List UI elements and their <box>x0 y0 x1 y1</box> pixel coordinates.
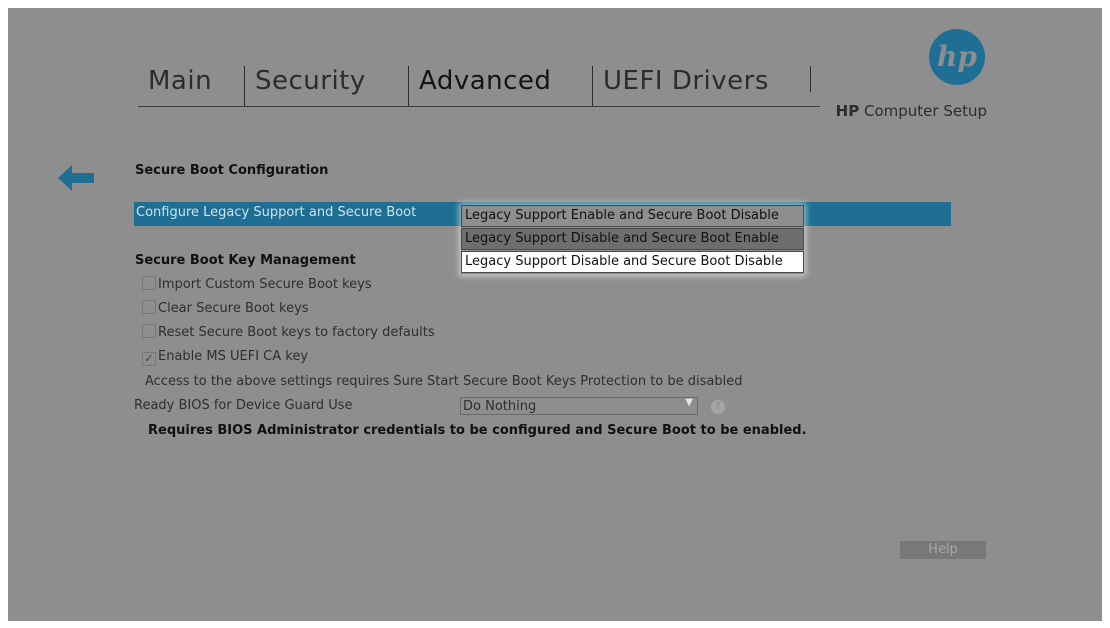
admin-credentials-note: Requires BIOS Administrator credentials … <box>148 423 807 438</box>
app-title: HP Computer Setup <box>835 102 987 120</box>
checkbox-clear-keys[interactable]: Clear Secure Boot keys <box>142 300 309 318</box>
hp-logo-text: hp <box>937 40 977 73</box>
checkbox-enable-ms-uefi-ca[interactable]: ✓ Enable MS UEFI CA key <box>142 348 308 366</box>
checkbox-import-custom-keys[interactable]: Import Custom Secure Boot keys <box>142 276 372 294</box>
hp-logo-icon: hp <box>929 29 985 85</box>
arrow-left-icon[interactable] <box>58 165 94 191</box>
tab-bar: Main Security Advanced UEFI Drivers <box>138 66 820 107</box>
tab-uefi-drivers[interactable]: UEFI Drivers <box>592 66 804 106</box>
chevron-down-icon: ▼ <box>685 397 693 408</box>
checkmark-icon[interactable]: ✓ <box>142 352 156 366</box>
section-title-secure-boot-config: Secure Boot Configuration <box>135 163 329 178</box>
device-guard-select[interactable]: Do Nothing ▼ <box>460 397 698 415</box>
question-circle-icon[interactable]: ? <box>711 400 725 414</box>
checkbox-reset-keys[interactable]: Reset Secure Boot keys to factory defaul… <box>142 324 435 342</box>
tab-security[interactable]: Security <box>244 66 408 106</box>
help-button[interactable]: Help <box>900 541 986 559</box>
device-guard-label: Ready BIOS for Device Guard Use <box>134 398 353 413</box>
dropdown-option[interactable]: Legacy Support Enable and Secure Boot Di… <box>461 205 804 227</box>
device-guard-value: Do Nothing <box>463 399 537 414</box>
tab-advanced[interactable]: Advanced <box>408 66 592 106</box>
sure-start-note: Access to the above settings requires Su… <box>145 374 743 389</box>
section-title-key-management: Secure Boot Key Management <box>135 253 356 268</box>
dropdown-option-highlighted[interactable]: Legacy Support Disable and Secure Boot D… <box>461 251 804 273</box>
tab-separator <box>810 66 811 92</box>
checkbox-icon[interactable] <box>142 300 156 314</box>
legacy-support-label: Configure Legacy Support and Secure Boot <box>136 205 417 220</box>
dropdown-option-selected[interactable]: Legacy Support Disable and Secure Boot E… <box>461 228 804 250</box>
legacy-support-dropdown[interactable]: Legacy Support Enable and Secure Boot Di… <box>461 205 804 274</box>
checkbox-icon[interactable] <box>142 276 156 290</box>
checkbox-icon[interactable] <box>142 324 156 338</box>
bios-screen: Main Security Advanced UEFI Drivers hp H… <box>8 8 1102 621</box>
tab-main[interactable]: Main <box>138 66 254 106</box>
